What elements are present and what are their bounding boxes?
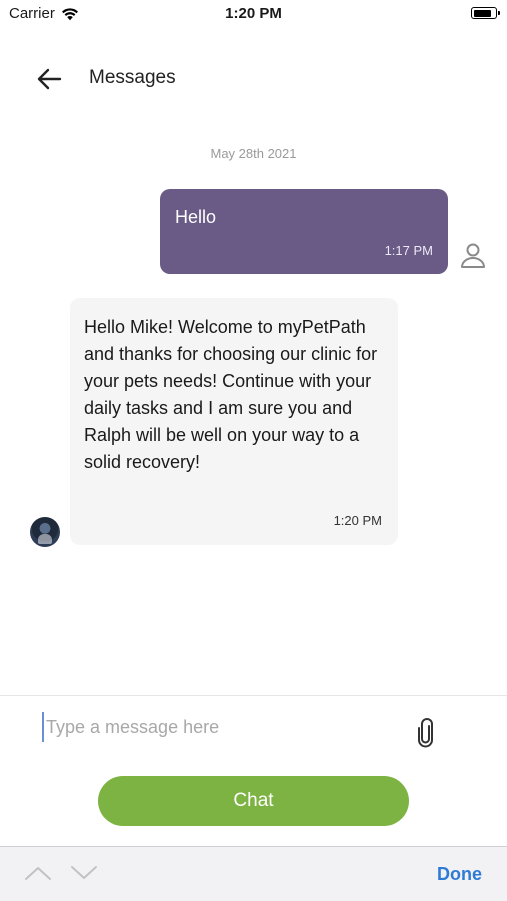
chevron-up-icon[interactable] [24,863,52,883]
user-outline-icon [461,243,485,268]
battery-icon [471,7,500,19]
status-bar: Carrier 1:20 PM [0,0,507,30]
header: Messages [0,55,507,103]
message-input[interactable] [42,712,406,742]
chat-button[interactable]: Chat [98,776,409,826]
arrow-left-icon[interactable] [34,65,64,93]
outgoing-message: Hello 1:17 PM [160,189,448,274]
message-text: Hello Mike! Welcome to myPetPath and tha… [84,317,378,472]
incoming-message: Hello Mike! Welcome to myPetPath and tha… [70,298,398,545]
message-timestamp: 1:20 PM [333,513,382,528]
status-time: 1:20 PM [225,5,282,22]
date-separator: May 28th 2021 [210,146,297,161]
keyboard-toolbar: Done [0,846,507,901]
message-text: Hello [175,207,217,227]
message-timestamp: 1:17 PM [384,243,433,258]
done-button[interactable]: Done [437,864,482,885]
page-title: Messages [89,67,176,88]
composer-divider [0,695,507,696]
avatar [30,517,60,547]
chevron-down-icon[interactable] [70,863,98,883]
battery-level [473,9,491,17]
paperclip-icon[interactable] [414,718,438,748]
